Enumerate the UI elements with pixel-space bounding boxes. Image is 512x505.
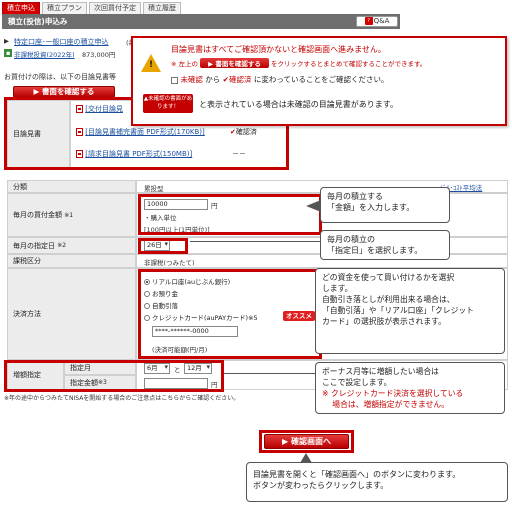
- pay-label: 決済方法: [7, 268, 136, 360]
- amount-label-cell: 毎月の買付金額 ※1: [7, 193, 136, 237]
- bonus-callout: ボーナス月等に増額したい場合は ここで設定します。 ※ クレジットカード決済を選…: [315, 362, 505, 414]
- nisa-badge-icon: ▪: [4, 49, 13, 57]
- confirm-label: 確認画面へ: [290, 437, 331, 446]
- qa-icon: ?: [364, 17, 373, 25]
- play-icon: ▶: [33, 87, 42, 96]
- tax-label: 課税区分: [7, 254, 136, 268]
- page-title: 積立(投信)申込み: [2, 14, 400, 29]
- amount-label: 毎月の買付金額: [13, 211, 62, 219]
- category-label: 分類: [7, 180, 136, 193]
- callout-button-sample: ▶ 書面を確認する: [200, 58, 269, 68]
- check-documents-label: 書面を確認する: [41, 87, 95, 96]
- tab-tsumitate-apply[interactable]: 積立申込: [2, 2, 40, 14]
- day-callout-line: [190, 241, 320, 242]
- fund-link[interactable]: 特定口座･一般口座の積立申込: [14, 37, 109, 47]
- day-label-cell: 毎月の指定日 ※2: [7, 237, 136, 254]
- tax-value: 非課税(つみたて): [144, 259, 195, 267]
- tab-bar: 積立申込 積立プラン 次回買付予定 積立履歴: [2, 2, 181, 14]
- play-icon: ▶: [282, 437, 291, 446]
- callout-line-4: と表示されている場合は未確認の目論見書があります。: [199, 100, 398, 109]
- amount-callout-tail: [306, 200, 321, 212]
- day-label: 毎月の指定日: [13, 241, 55, 250]
- confirm-button[interactable]: ▶ 確認画面へ: [264, 434, 349, 449]
- amount-highlight: [138, 194, 322, 235]
- qa-label: Q&A: [373, 17, 390, 25]
- warning-mark: !: [149, 60, 154, 70]
- bonus-highlight: [4, 360, 224, 392]
- bonus-callout-line: [224, 373, 315, 374]
- day-callout: 毎月の積立の 「指定日」を選択します。: [320, 230, 450, 260]
- prospectus-callout: ! 目論見書はすべてご確認頂かないと確認画面へ進みません。 ※ 左上の ▶ 書面…: [131, 36, 507, 126]
- category-value: 累投型: [144, 185, 164, 193]
- confirm-callout: 目論見書を開くと「確認画面へ」のボタンに変わります。 ボタンが変わったらクリックし…: [246, 462, 508, 502]
- tab-next-purchase[interactable]: 次回買付予定: [89, 2, 141, 14]
- footnote: ※年の途中からつみたてNISAを開始する場合のご注意点はこちらからご確認ください…: [4, 395, 240, 402]
- pay-highlight: [138, 269, 322, 359]
- amount-callout: 毎月の積立する 「金額」を入力します。: [320, 187, 450, 223]
- callout-line-2: ※ 左上の ▶ 書面を確認する をクリックするとまとめて確認することができます。: [171, 58, 427, 68]
- day-highlight: [138, 238, 188, 254]
- tab-history[interactable]: 積立履歴: [143, 2, 181, 14]
- fund-arrow-icon: ▶: [4, 37, 9, 45]
- tab-tsumitate-plan[interactable]: 積立プラン: [42, 2, 87, 14]
- nisa-link[interactable]: 非課税投資(2022年): [14, 49, 75, 59]
- pay-callout: どの資金を使って買い付けるかを選択 します。 自動引き落としが利用出来る場合は、…: [315, 268, 505, 354]
- nisa-value: 873,000円: [82, 51, 116, 59]
- unconfirmed-badge: ▲未確認の書面があります！: [143, 94, 193, 113]
- checkbox-icon: [171, 76, 178, 84]
- qa-button[interactable]: ? Q&A: [356, 16, 398, 27]
- callout-line-1: 目論見書はすべてご確認頂かないと確認画面へ進みません。: [171, 45, 386, 54]
- notice-text: お買付けの際は、以下の目論見書等: [4, 73, 116, 81]
- callout-line-3: 未確認 から ✔確認済 に変わっていることをご確認ください。: [171, 74, 388, 85]
